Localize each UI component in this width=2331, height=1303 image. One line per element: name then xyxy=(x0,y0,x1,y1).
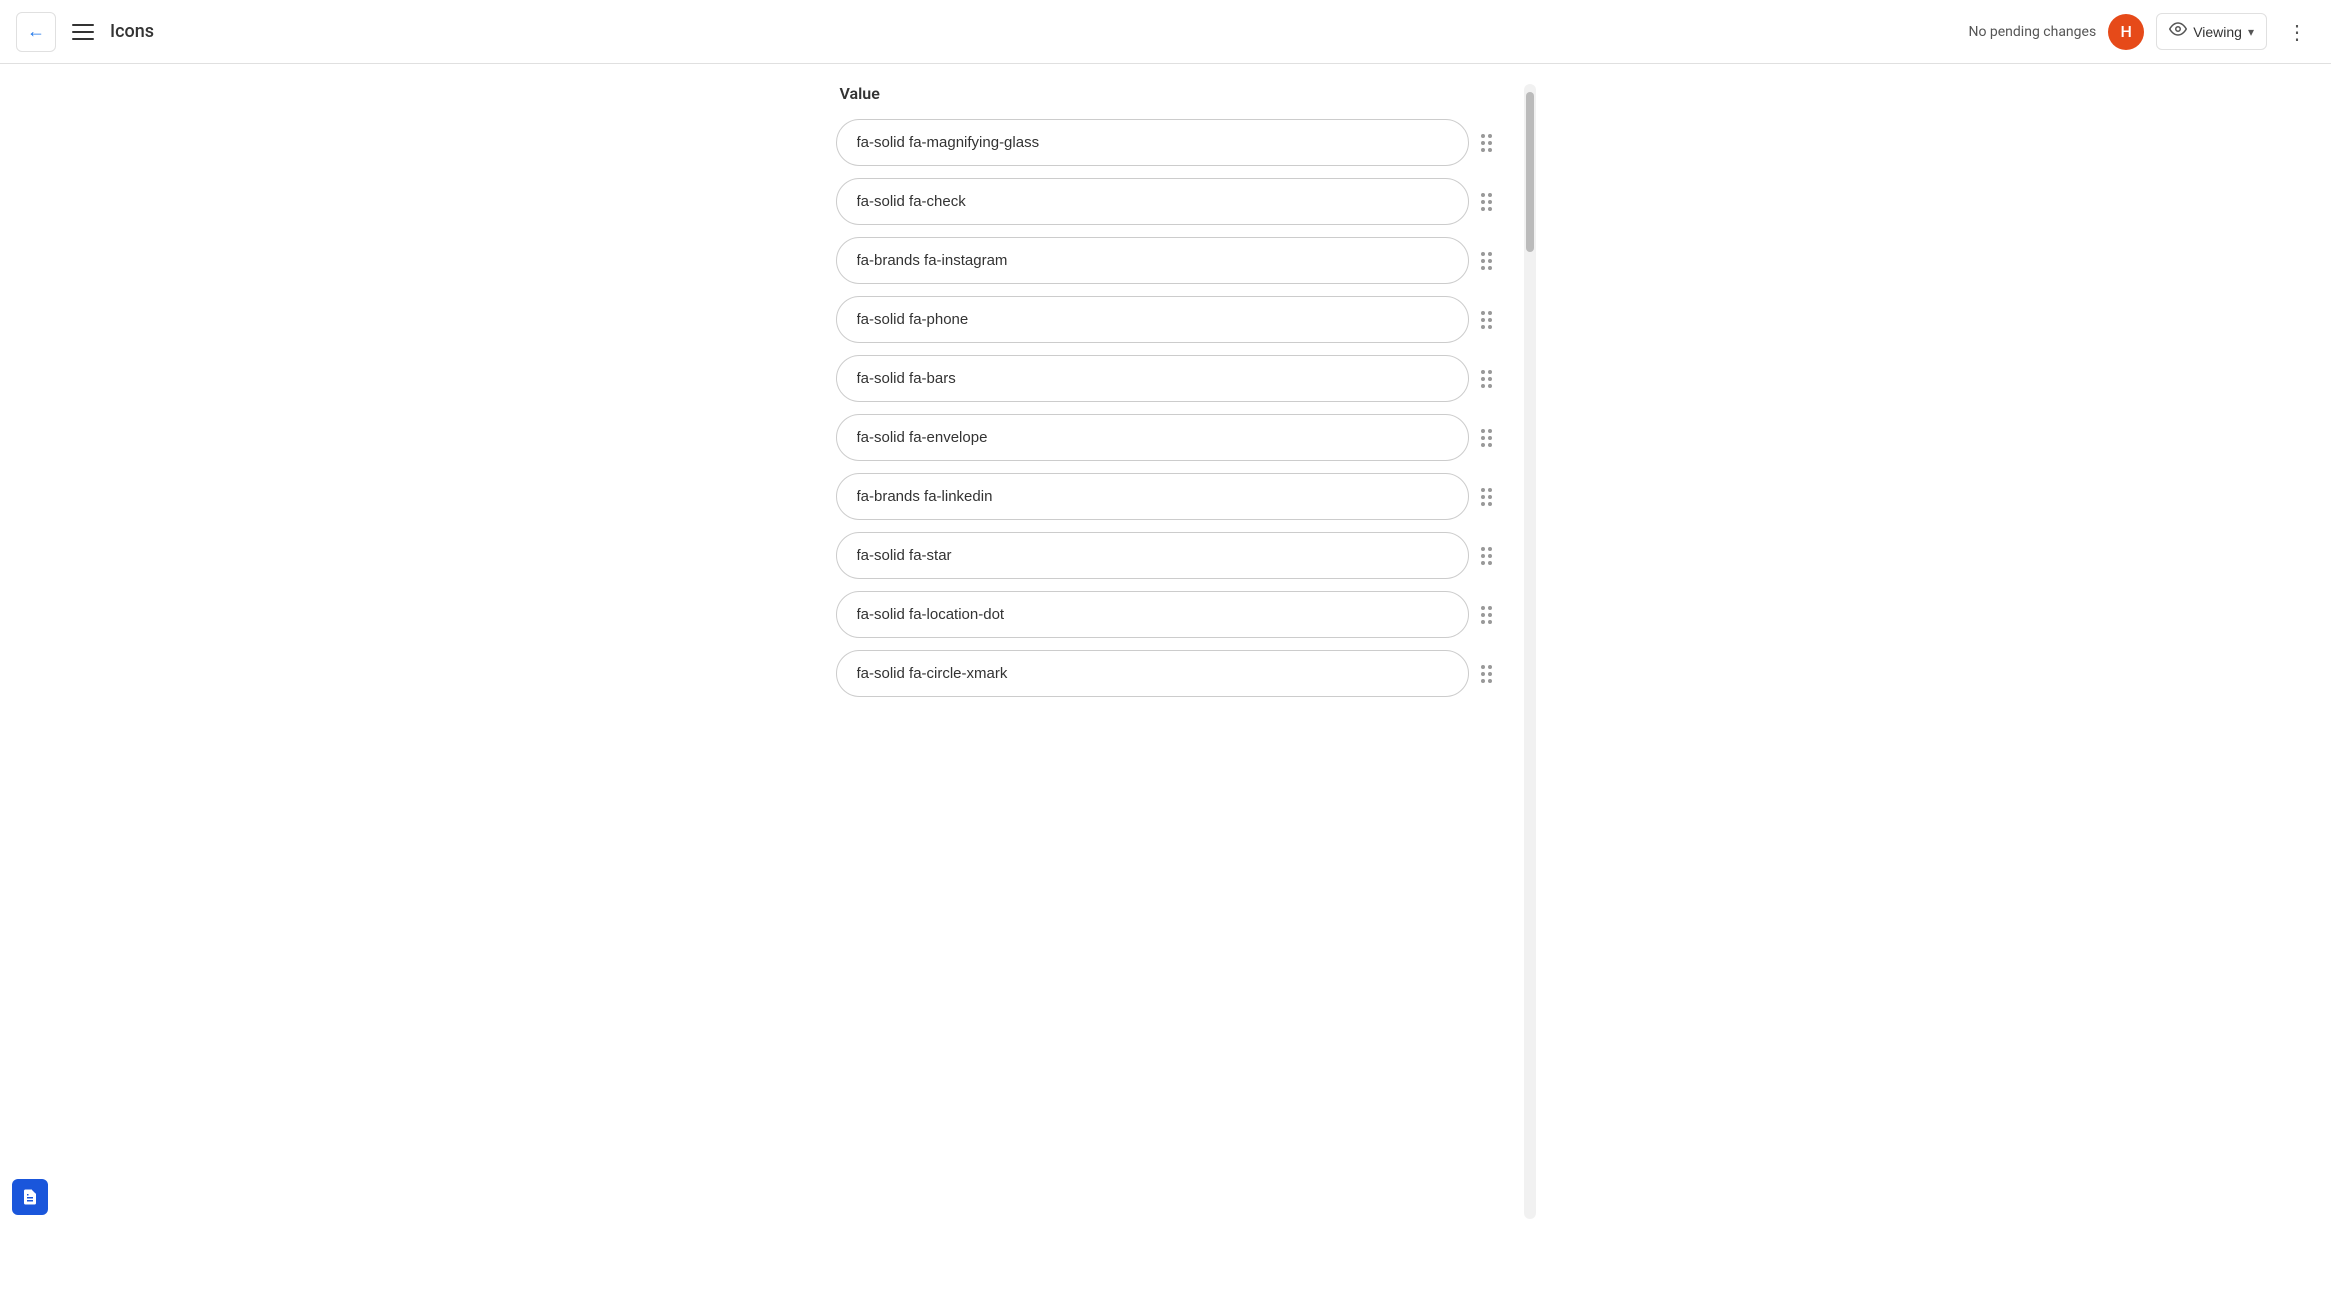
scrollbar-thumb[interactable] xyxy=(1526,92,1534,252)
bottom-left-document-button[interactable] xyxy=(12,1179,48,1215)
item-input-9[interactable] xyxy=(836,591,1469,638)
item-input-8[interactable] xyxy=(836,532,1469,579)
main-content: Value xyxy=(0,64,2331,1239)
list-item xyxy=(836,355,1496,402)
drag-handle-8[interactable] xyxy=(1477,543,1496,569)
hamburger-menu-icon[interactable] xyxy=(68,20,98,44)
no-pending-label: No pending changes xyxy=(1968,24,2096,40)
list-item xyxy=(836,591,1496,638)
drag-handle-4[interactable] xyxy=(1477,307,1496,333)
app-header: ← Icons No pending changes H Viewing ▾ ⋮ xyxy=(0,0,2331,64)
column-header: Value xyxy=(836,84,1496,103)
item-input-2[interactable] xyxy=(836,178,1469,225)
scrollbar-track[interactable] xyxy=(1524,84,1536,1219)
back-arrow-icon: ← xyxy=(27,21,45,42)
drag-handle-9[interactable] xyxy=(1477,602,1496,628)
drag-handle-1[interactable] xyxy=(1477,130,1496,156)
chevron-down-icon: ▾ xyxy=(2248,25,2254,39)
header-right: No pending changes H Viewing ▾ ⋮ xyxy=(1968,13,2315,50)
item-input-1[interactable] xyxy=(836,119,1469,166)
drag-handle-2[interactable] xyxy=(1477,189,1496,215)
page-title: Icons xyxy=(110,21,154,42)
list-item xyxy=(836,237,1496,284)
more-dots-icon: ⋮ xyxy=(2287,20,2307,44)
viewing-button[interactable]: Viewing ▾ xyxy=(2156,13,2267,50)
drag-handle-6[interactable] xyxy=(1477,425,1496,451)
item-input-7[interactable] xyxy=(836,473,1469,520)
drag-handle-3[interactable] xyxy=(1477,248,1496,274)
header-left: ← Icons xyxy=(16,12,154,52)
document-icon xyxy=(21,1188,39,1206)
list-item xyxy=(836,473,1496,520)
drag-handle-7[interactable] xyxy=(1477,484,1496,510)
item-input-3[interactable] xyxy=(836,237,1469,284)
item-input-6[interactable] xyxy=(836,414,1469,461)
list-item xyxy=(836,414,1496,461)
back-button[interactable]: ← xyxy=(16,12,56,52)
viewing-label: Viewing xyxy=(2193,24,2242,40)
list-item xyxy=(836,119,1496,166)
item-input-10[interactable] xyxy=(836,650,1469,697)
list-item xyxy=(836,296,1496,343)
eye-icon xyxy=(2169,20,2187,43)
drag-handle-5[interactable] xyxy=(1477,366,1496,392)
list-item xyxy=(836,532,1496,579)
list-item xyxy=(836,650,1496,697)
item-input-4[interactable] xyxy=(836,296,1469,343)
item-input-5[interactable] xyxy=(836,355,1469,402)
list-item xyxy=(836,178,1496,225)
items-list xyxy=(836,119,1496,697)
avatar: H xyxy=(2108,14,2144,50)
drag-handle-10[interactable] xyxy=(1477,661,1496,687)
more-options-button[interactable]: ⋮ xyxy=(2279,14,2315,50)
content-area: Value xyxy=(836,84,1496,1219)
